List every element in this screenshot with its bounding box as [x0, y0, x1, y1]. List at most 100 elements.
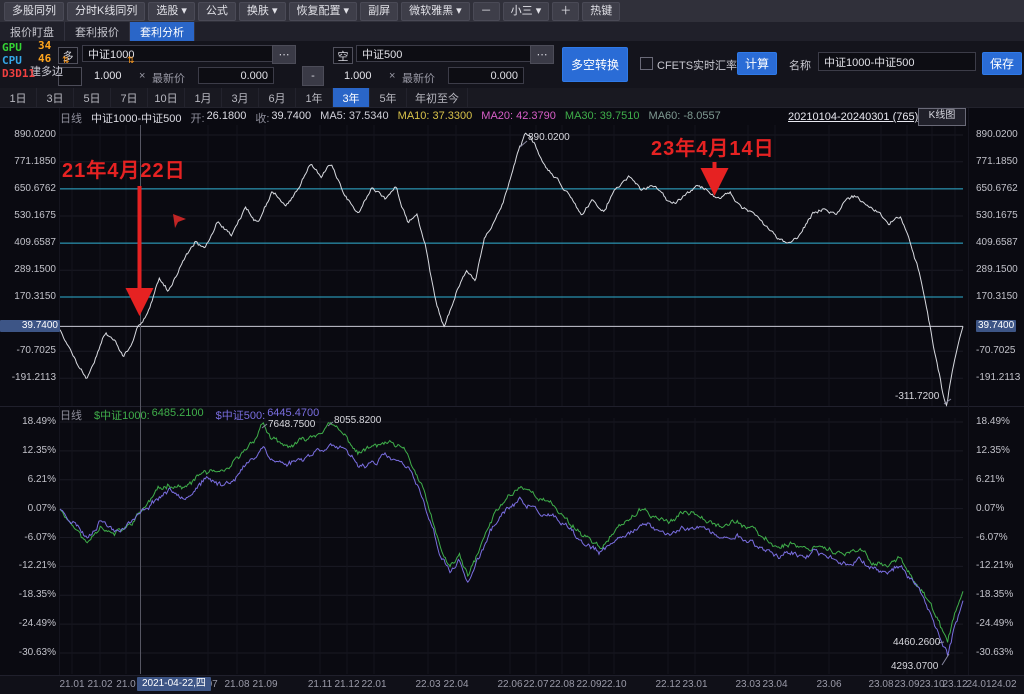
y-axis-label: 771.1850 [976, 156, 1018, 168]
menu-hotkeys[interactable]: 热键 [582, 2, 620, 21]
period-1y[interactable]: 1年 [296, 88, 333, 107]
spin-glyph-icon: ⇅ [62, 56, 70, 65]
tab-quote-watch[interactable]: 报价盯盘 [0, 22, 65, 41]
menu-font-size-select[interactable]: 小三 ▾ [503, 2, 550, 21]
x-axis-label: 22.07 [523, 679, 548, 690]
save-button[interactable]: 保存 [982, 52, 1022, 75]
peak1-annotation: 7648.7500 [268, 419, 315, 430]
x-axis-label: 22.09 [576, 679, 601, 690]
menu-skin[interactable]: 换肤 ▾ [239, 2, 286, 21]
top-chart-title: 中证1000-中证500 [91, 110, 182, 126]
red-cursor-mark [173, 214, 186, 228]
period-5y[interactable]: 5年 [370, 88, 407, 107]
x-axis-label: 23.12 [942, 679, 967, 690]
red-annotation-apr-2021: 21年4月22日 [62, 154, 186, 183]
menu-stock-picker[interactable]: 选股 ▾ [148, 2, 195, 21]
tab-arbitrage-analysis[interactable]: 套利分析 [130, 22, 195, 41]
x-axis-label: 22.08 [549, 679, 574, 690]
ma10-value: MA10: 37.3300 [398, 110, 473, 126]
period-6m[interactable]: 6月 [259, 88, 296, 107]
x-axis-label: 1.07 [198, 679, 217, 690]
menu-restore-config[interactable]: 恢复配置 ▾ [289, 2, 358, 21]
x-axis-label: 21.01 [59, 679, 84, 690]
peak2-pointer-line [328, 422, 333, 426]
series-csi500-pct [60, 444, 963, 656]
y-axis-label: 0.07% [0, 503, 56, 515]
y-axis-label: -18.35% [0, 589, 56, 601]
swap-long-short-button[interactable]: 多空转换 [562, 47, 628, 82]
period-10d[interactable]: 10日 [148, 88, 185, 107]
y-axis-label: 890.0200 [976, 129, 1018, 141]
y-axis-label: -191.2113 [976, 372, 1020, 384]
menu-font-larger-button[interactable]: ＋ [552, 2, 579, 21]
y-axis-label: 170.3150 [976, 291, 1018, 303]
menu-intraday-kline-columns[interactable]: 分时K线同列 [67, 2, 145, 21]
cfets-checkbox[interactable] [640, 57, 653, 70]
low2-annotation: 4293.0700 [891, 661, 938, 672]
kline-chart-button[interactable]: K线图 [918, 108, 966, 126]
date-range-link[interactable]: 20210104-20240301 (765) [788, 111, 918, 123]
low1-pointer-line [938, 642, 944, 643]
cpu-overlay-value: 46 [38, 52, 51, 65]
short-price-input[interactable]: 0.000 [448, 67, 524, 84]
long-symbol-browse-button[interactable]: ⋯ [272, 45, 296, 64]
y-axis-label: 6.21% [976, 474, 1004, 486]
spread-name-input[interactable]: 中证1000-中证500 [818, 52, 976, 71]
x-axis-label: 21.12 [334, 679, 359, 690]
open-label: 开: [191, 110, 205, 126]
tab-arbitrage-quote[interactable]: 套利报价 [65, 22, 130, 41]
open-value: 26.1800 [207, 110, 247, 126]
period-1d[interactable]: 1日 [0, 88, 37, 107]
y-axis-label: -30.63% [0, 647, 56, 659]
peak1-pointer-line [262, 424, 267, 428]
period-7d[interactable]: 7日 [111, 88, 148, 107]
x-axis-label: 21.11 [308, 679, 332, 690]
short-symbol-input[interactable]: 中证500 [356, 45, 538, 62]
short-quantity-value[interactable]: 1.000 [344, 70, 372, 82]
long-quantity-value[interactable]: 1.000 [94, 70, 122, 82]
gpu-overlay-value: 34 [38, 39, 51, 52]
series-spread [60, 133, 963, 405]
period-5d[interactable]: 5日 [74, 88, 111, 107]
y-axis-label: 0.07% [976, 503, 1004, 515]
period-ytd[interactable]: 年初至今 [407, 88, 468, 107]
menu-secondary-screen[interactable]: 副屏 [360, 2, 398, 21]
ma30-value: MA30: 39.7510 [565, 110, 640, 126]
y-axis-label: -6.07% [0, 532, 56, 544]
menu-font-smaller-button[interactable]: － [473, 2, 500, 21]
ma5-value: MA5: 37.5340 [320, 110, 389, 126]
menu-font-select[interactable]: 微软雅黑 ▾ [401, 2, 470, 21]
trough-pointer-line [944, 399, 951, 404]
short-symbol-browse-button[interactable]: ⋯ [530, 45, 554, 64]
period-1m[interactable]: 1月 [185, 88, 222, 107]
minus-operator-button[interactable]: - [302, 66, 324, 86]
ma60-value: MA60: -8.0557 [649, 110, 721, 126]
y-axis-label: -6.07% [976, 532, 1008, 544]
period-3y[interactable]: 3年 [333, 88, 370, 107]
menu-multi-stock-columns[interactable]: 多股同列 [4, 2, 64, 21]
x-axis-label: 23.01 [682, 679, 707, 690]
y-axis-label: -24.49% [976, 618, 1013, 630]
menu-formula[interactable]: 公式 [198, 2, 236, 21]
y-axis-label: -70.7025 [976, 345, 1015, 357]
short-latest-price-label: 最新价 [402, 70, 435, 86]
gpu-overlay-label: GPU [2, 41, 22, 54]
close-value: 39.7400 [271, 110, 311, 126]
calculate-button[interactable]: 计算 [737, 52, 777, 75]
long-price-input[interactable]: 0.000 [198, 67, 274, 84]
x-axis-label: 23.03 [735, 679, 760, 690]
period-3d[interactable]: 3日 [37, 88, 74, 107]
series-csi1000-pct [60, 423, 963, 643]
arbitrage-control-panel: 多 中证1000 ⋯ 空 中证500 ⋯ 多空转换 CFETS实时汇率 计算 名… [0, 41, 1024, 89]
y-axis-label: -191.2113 [0, 372, 56, 384]
long-symbol-input[interactable]: 中证1000 [82, 45, 280, 62]
series1-value: 6485.2100 [152, 407, 204, 423]
chart-background [0, 107, 1024, 675]
kline-info-bar: 日线 中证1000-中证500 开:26.1800 收:39.7400 MA5:… [60, 110, 721, 126]
period-3m[interactable]: 3月 [222, 88, 259, 107]
y-axis-label: 289.1500 [976, 264, 1018, 276]
y-axis-label: 409.6587 [976, 237, 1018, 249]
y-axis-label: -30.63% [976, 647, 1013, 659]
x-axis-label: 23.08 [868, 679, 893, 690]
bottom-period-label: 日线 [60, 407, 82, 423]
